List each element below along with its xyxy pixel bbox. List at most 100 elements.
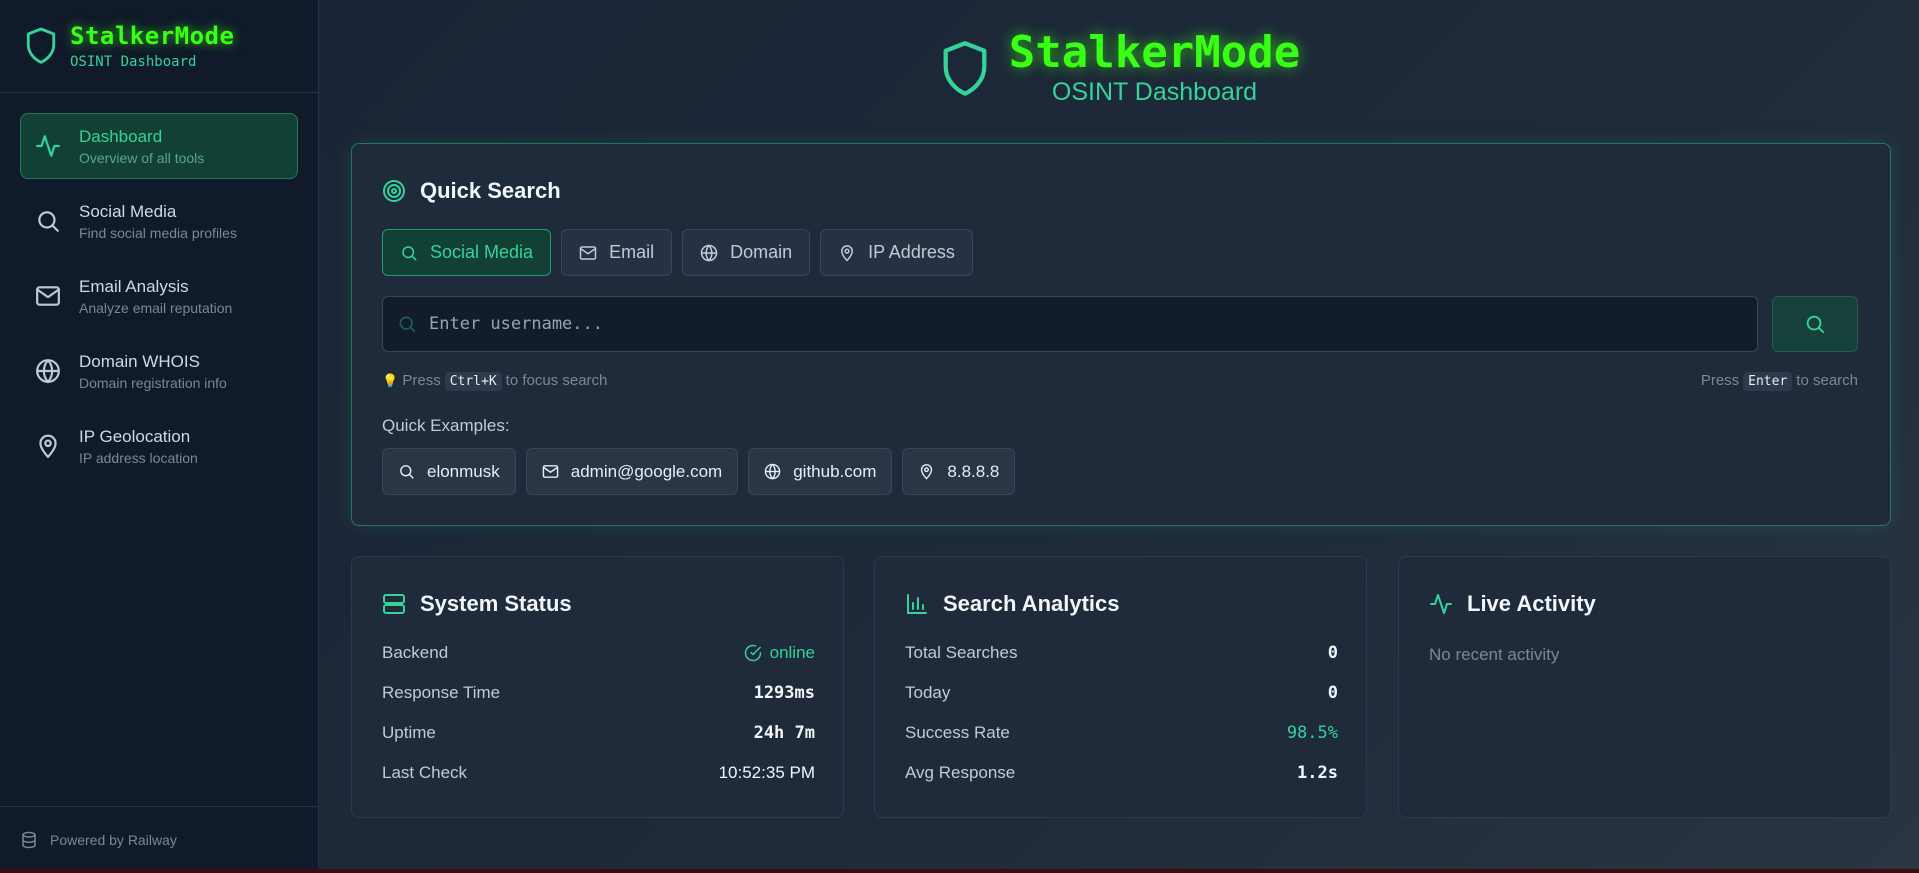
analytics-row: Success Rate 98.5% xyxy=(905,723,1338,743)
search-hints: 💡 Press Ctrl+K to focus search Press Enter t… xyxy=(382,372,1858,391)
hint-text: Press xyxy=(402,372,441,389)
row-label: Backend xyxy=(382,643,449,662)
sidebar-item-desc: Find social media profiles xyxy=(79,224,237,241)
hint-text: to focus search xyxy=(505,372,608,389)
row-value: 98.5% xyxy=(1286,723,1338,743)
tab-label: Email xyxy=(609,242,655,262)
row-label: Today xyxy=(905,683,951,702)
example-chip[interactable]: admin@google.com xyxy=(525,448,739,495)
search-icon xyxy=(399,316,416,333)
sidebar-item-desc: Analyze email reputation xyxy=(79,299,233,316)
map-pin-icon xyxy=(841,244,854,262)
sidebar-item-label: Email Analysis xyxy=(79,276,189,296)
sidebar-item-email-analysis[interactable]: Email Analysis Analyze email reputation xyxy=(20,263,298,329)
tab-social-media[interactable]: Social Media xyxy=(382,229,552,276)
live-activity-title: Live Activity xyxy=(1429,591,1596,617)
sidebar-item-desc: Overview of all tools xyxy=(79,149,205,166)
brand-title: StalkerMode xyxy=(70,22,235,50)
shortcut-key: Ctrl+K xyxy=(444,372,502,391)
mail-icon xyxy=(579,245,597,260)
sidebar: StalkerMode OSINT Dashboard Dashboard Ov… xyxy=(0,0,319,873)
sidebar-brand[interactable]: StalkerMode OSINT Dashboard xyxy=(0,0,318,93)
sidebar-item-social-media[interactable]: Social Media Find social media profiles xyxy=(20,188,298,254)
search-input[interactable] xyxy=(429,314,1757,334)
examples-label: Quick Examples: xyxy=(382,416,510,435)
mail-icon xyxy=(542,465,559,478)
row-label: Last Check xyxy=(382,763,468,782)
example-label: admin@google.com xyxy=(570,461,723,481)
row-value: online xyxy=(769,643,815,662)
lightbulb-icon: 💡 xyxy=(382,373,399,388)
example-chip[interactable]: elonmusk xyxy=(382,448,516,495)
card-title-text: System Status xyxy=(420,591,572,616)
search-field-wrapper xyxy=(382,296,1758,352)
status-row: Backend online xyxy=(382,643,815,663)
search-icon xyxy=(38,211,59,232)
search-type-tabs: Social Media Email Domain IP Address xyxy=(382,229,983,276)
target-icon xyxy=(383,180,405,202)
quick-search-card: Quick Search Social Media Email Domain I… xyxy=(351,143,1891,526)
status-row: Last Check 10:52:35 PM xyxy=(382,763,815,783)
search-analytics-title: Search Analytics xyxy=(905,591,1120,617)
brand-subtitle: OSINT Dashboard xyxy=(70,54,197,70)
bar-chart-icon xyxy=(907,594,927,614)
globe-icon xyxy=(36,359,60,384)
sidebar-item-desc: IP address location xyxy=(79,449,198,466)
map-pin-icon xyxy=(921,464,933,480)
focus-hint: 💡 Press Ctrl+K to focus search xyxy=(382,372,608,391)
quick-search-title: Quick Search xyxy=(382,178,561,204)
mail-icon xyxy=(36,286,60,306)
shield-icon xyxy=(26,27,56,64)
system-status-card: System Status Backend online Response Ti… xyxy=(351,556,844,818)
sidebar-item-desc: Domain registration info xyxy=(79,374,227,391)
row-value: 10:52:35 PM xyxy=(718,763,815,782)
example-label: github.com xyxy=(793,461,877,481)
hint-text: Press xyxy=(1700,372,1740,389)
row-value: 1.2s xyxy=(1297,763,1338,783)
search-button[interactable] xyxy=(1772,296,1858,352)
example-chip[interactable]: 8.8.8.8 xyxy=(902,448,1016,495)
database-icon xyxy=(22,831,36,849)
row-label: Success Rate xyxy=(905,723,1010,742)
hint-text: to search xyxy=(1796,372,1858,389)
example-label: 8.8.8.8 xyxy=(947,461,1000,481)
page-title: StalkerMode xyxy=(1008,27,1301,78)
page-header: StalkerMode OSINT Dashboard xyxy=(320,30,1919,107)
sidebar-item-label: Domain WHOIS xyxy=(79,351,200,371)
sidebar-footer: Powered by Railway xyxy=(0,806,318,873)
sidebar-item-domain-whois[interactable]: Domain WHOIS Domain registration info xyxy=(20,338,298,404)
live-activity-card: Live Activity No recent activity xyxy=(1398,556,1891,818)
shield-icon xyxy=(943,40,987,96)
enter-hint: Press Enter to search xyxy=(1700,372,1858,391)
sidebar-item-dashboard[interactable]: Dashboard Overview of all tools xyxy=(20,113,298,179)
server-icon xyxy=(383,594,405,614)
tab-label: IP Address xyxy=(868,242,955,262)
shortcut-key: Enter xyxy=(1743,372,1793,391)
analytics-row: Avg Response 1.2s xyxy=(905,763,1338,783)
row-label: Response Time xyxy=(382,683,501,702)
card-title-text: Live Activity xyxy=(1467,591,1596,616)
sidebar-item-ip-geolocation[interactable]: IP Geolocation IP address location xyxy=(20,413,298,479)
row-label: Avg Response xyxy=(905,763,1016,782)
activity-icon xyxy=(1430,594,1452,614)
activity-icon xyxy=(36,135,60,157)
card-title-text: Quick Search xyxy=(420,178,561,203)
quick-examples: elonmusk admin@google.com github.com 8.8… xyxy=(382,448,1025,495)
analytics-row: Today 0 xyxy=(905,683,1338,703)
tab-email[interactable]: Email xyxy=(561,229,673,276)
analytics-row: Total Searches 0 xyxy=(905,643,1338,663)
sidebar-item-label: IP Geolocation xyxy=(79,426,191,446)
row-value: 24h 7m xyxy=(753,723,815,743)
row-value: 1293ms xyxy=(753,683,815,703)
page-subtitle: OSINT Dashboard xyxy=(1051,78,1258,106)
window-bottom-edge xyxy=(0,869,1919,873)
map-pin-icon xyxy=(39,434,57,459)
system-status-title: System Status xyxy=(382,591,572,617)
tab-ip-address[interactable]: IP Address xyxy=(820,229,973,276)
tab-domain[interactable]: Domain xyxy=(682,229,811,276)
row-label: Uptime xyxy=(382,723,436,742)
card-title-text: Search Analytics xyxy=(943,591,1120,616)
example-chip[interactable]: github.com xyxy=(748,448,893,495)
globe-icon xyxy=(764,463,781,480)
footer-text: Powered by Railway xyxy=(50,832,177,848)
